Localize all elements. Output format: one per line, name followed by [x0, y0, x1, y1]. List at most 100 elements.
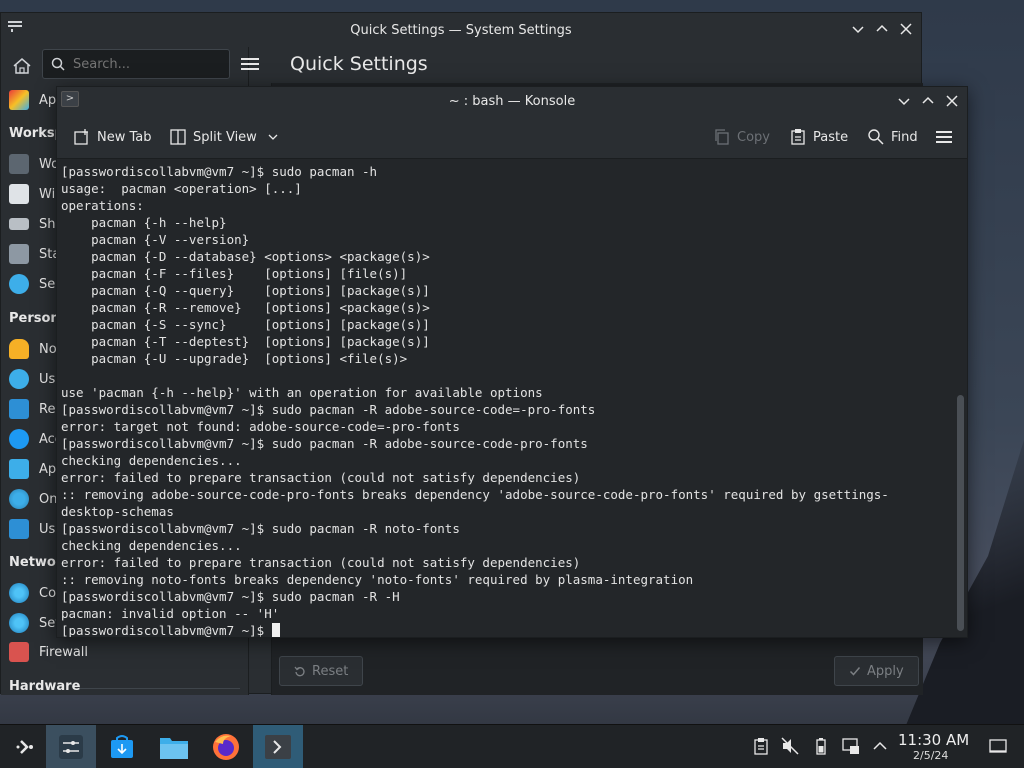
terminal-line: pacman {-F --files} [options] [file(s)]	[61, 266, 408, 281]
sidebar-item-workspace-behavior[interactable]: Wo	[9, 153, 59, 175]
terminal-line: [passwordiscollabvm@vm7 ~]$ sudo pacman …	[61, 436, 588, 451]
paste-button[interactable]: Paste	[789, 123, 848, 151]
sidebar-item-label: Us	[39, 371, 56, 387]
reset-button[interactable]: Reset	[279, 656, 364, 686]
terminal-line: pacman {-V --version}	[61, 232, 250, 247]
taskbar-discover[interactable]	[97, 725, 147, 768]
taskbar-system-settings[interactable]	[46, 725, 96, 768]
sidebar-item-regional[interactable]: Re	[9, 398, 55, 420]
split-view-label: Split View	[193, 129, 257, 145]
application-launcher-icon	[16, 740, 33, 754]
close-icon[interactable]	[899, 22, 913, 36]
terminal-line: [passwordiscollabvm@vm7 ~]$ sudo pacman …	[61, 164, 378, 179]
clipboard-icon[interactable]	[752, 737, 770, 755]
sidebar-item-label: Sh	[39, 216, 56, 232]
window-management-icon	[9, 184, 29, 204]
clock-date[interactable]: 2/5/24	[913, 749, 948, 762]
taskbar-konsole[interactable]	[253, 725, 303, 768]
sidebar-item-appearance[interactable]: Ap	[9, 89, 56, 111]
sidebar-item-connections[interactable]: Co	[9, 582, 56, 604]
sidebar-item-accessibility[interactable]: Acc	[9, 428, 62, 450]
terminal-line: use 'pacman {-h --help}' with an operati…	[61, 385, 543, 400]
regional-icon	[9, 399, 29, 419]
terminal-line: checking dependencies...	[61, 453, 242, 468]
sidebar-item-startup[interactable]: Sta	[9, 243, 60, 265]
taskbar-firefox[interactable]	[201, 725, 251, 768]
terminal-line: pacman {-R --remove} [options] <package(…	[61, 300, 430, 315]
system-settings-icon	[59, 735, 83, 759]
sidebar-item-network-settings[interactable]: Set	[9, 612, 60, 634]
page-title: Quick Settings	[290, 53, 428, 75]
sidebar-item-label: Re	[39, 401, 56, 417]
application-launcher-button[interactable]	[0, 725, 50, 768]
online-accounts-icon	[9, 489, 29, 509]
taskbar-dolphin[interactable]	[149, 725, 199, 768]
search-icon	[868, 129, 884, 145]
show-desktop-icon[interactable]	[989, 737, 1007, 755]
apply-button[interactable]: Apply	[834, 656, 919, 686]
firewall-icon	[9, 642, 29, 662]
maximize-icon[interactable]	[921, 94, 935, 108]
search-input[interactable]	[73, 56, 213, 72]
paste-icon	[791, 129, 805, 145]
terminal-cursor	[271, 623, 280, 637]
sidebar-item-window-management[interactable]: Wi	[9, 183, 55, 205]
chevron-down-icon	[268, 134, 278, 140]
window-title: ~ : bash — Konsole	[448, 93, 576, 109]
terminal-line: desktop-schemas	[61, 504, 174, 519]
hamburger-menu-icon	[936, 131, 952, 143]
window-title: Quick Settings — System Settings	[350, 22, 572, 38]
sidebar-item-firewall[interactable]: Firewall	[9, 641, 88, 663]
sidebar-item-applications[interactable]: Ap	[9, 458, 56, 480]
home-icon[interactable]	[11, 55, 33, 77]
konsole-titlebar[interactable]: > ~ : bash — Konsole	[57, 87, 967, 115]
maximize-icon[interactable]	[875, 22, 889, 36]
konsole-window: > ~ : bash — Konsole New Tab Split View	[56, 86, 968, 638]
terminal-line: [passwordiscollabvm@vm7 ~]$ sudo pacman …	[61, 521, 460, 536]
sidebar-item-label: Ap	[39, 461, 57, 477]
hamburger-menu-button[interactable]	[935, 123, 953, 151]
network-wired-icon[interactable]	[842, 737, 860, 755]
shortcuts-icon	[9, 218, 29, 230]
terminal-line: :: removing adobe-source-code-pro-fonts …	[61, 487, 889, 502]
clock-time[interactable]: 11:30 AM	[898, 731, 969, 749]
konsole-app-icon[interactable]: >	[61, 91, 79, 107]
search-field[interactable]	[42, 49, 230, 79]
sidebar-item-shortcuts[interactable]: Sh	[9, 213, 56, 235]
checkmark-icon	[849, 667, 861, 676]
startup-icon	[9, 244, 29, 264]
terminal-line: :: removing noto-fonts breaks dependency…	[61, 572, 694, 587]
accessibility-icon	[9, 429, 29, 449]
split-view-button[interactable]: Split View	[169, 123, 279, 151]
firefox-icon	[213, 734, 239, 760]
sidebar-item-online-accounts[interactable]: On	[9, 488, 57, 510]
hamburger-menu-icon[interactable]	[241, 57, 259, 71]
terminal-output[interactable]: [passwordiscollabvm@vm7 ~]$ sudo pacman …	[57, 159, 955, 637]
sidebar-item-user-feedback[interactable]: Us	[9, 518, 55, 540]
close-icon[interactable]	[945, 94, 959, 108]
new-tab-label: New Tab	[97, 129, 152, 145]
scrollbar-thumb[interactable]	[957, 395, 964, 631]
chevron-up-icon[interactable]	[871, 737, 889, 755]
find-button[interactable]: Find	[867, 123, 918, 151]
system-settings-titlebar[interactable]: Quick Settings — System Settings	[1, 13, 921, 47]
sidebar-item-label: Co	[39, 585, 57, 601]
terminal-scrollbar[interactable]	[955, 159, 967, 637]
taskbar	[0, 724, 1024, 768]
sidebar-item-notifications[interactable]: No	[9, 338, 57, 360]
user-feedback-icon	[9, 519, 29, 539]
find-label: Find	[891, 129, 918, 145]
minimize-icon[interactable]	[851, 22, 865, 36]
window-menu-icon[interactable]	[7, 19, 23, 33]
sidebar-item-users[interactable]: Us	[9, 368, 55, 390]
notifications-icon	[9, 339, 29, 359]
copy-button[interactable]: Copy	[713, 123, 770, 151]
volume-muted-icon[interactable]	[781, 737, 799, 755]
sidebar-item-label: Us	[39, 521, 56, 537]
battery-icon[interactable]	[812, 737, 830, 755]
minimize-icon[interactable]	[897, 94, 911, 108]
terminal-line: error: failed to prepare transaction (co…	[61, 555, 581, 570]
paste-label: Paste	[813, 129, 849, 145]
new-tab-button[interactable]: New Tab	[73, 123, 152, 151]
